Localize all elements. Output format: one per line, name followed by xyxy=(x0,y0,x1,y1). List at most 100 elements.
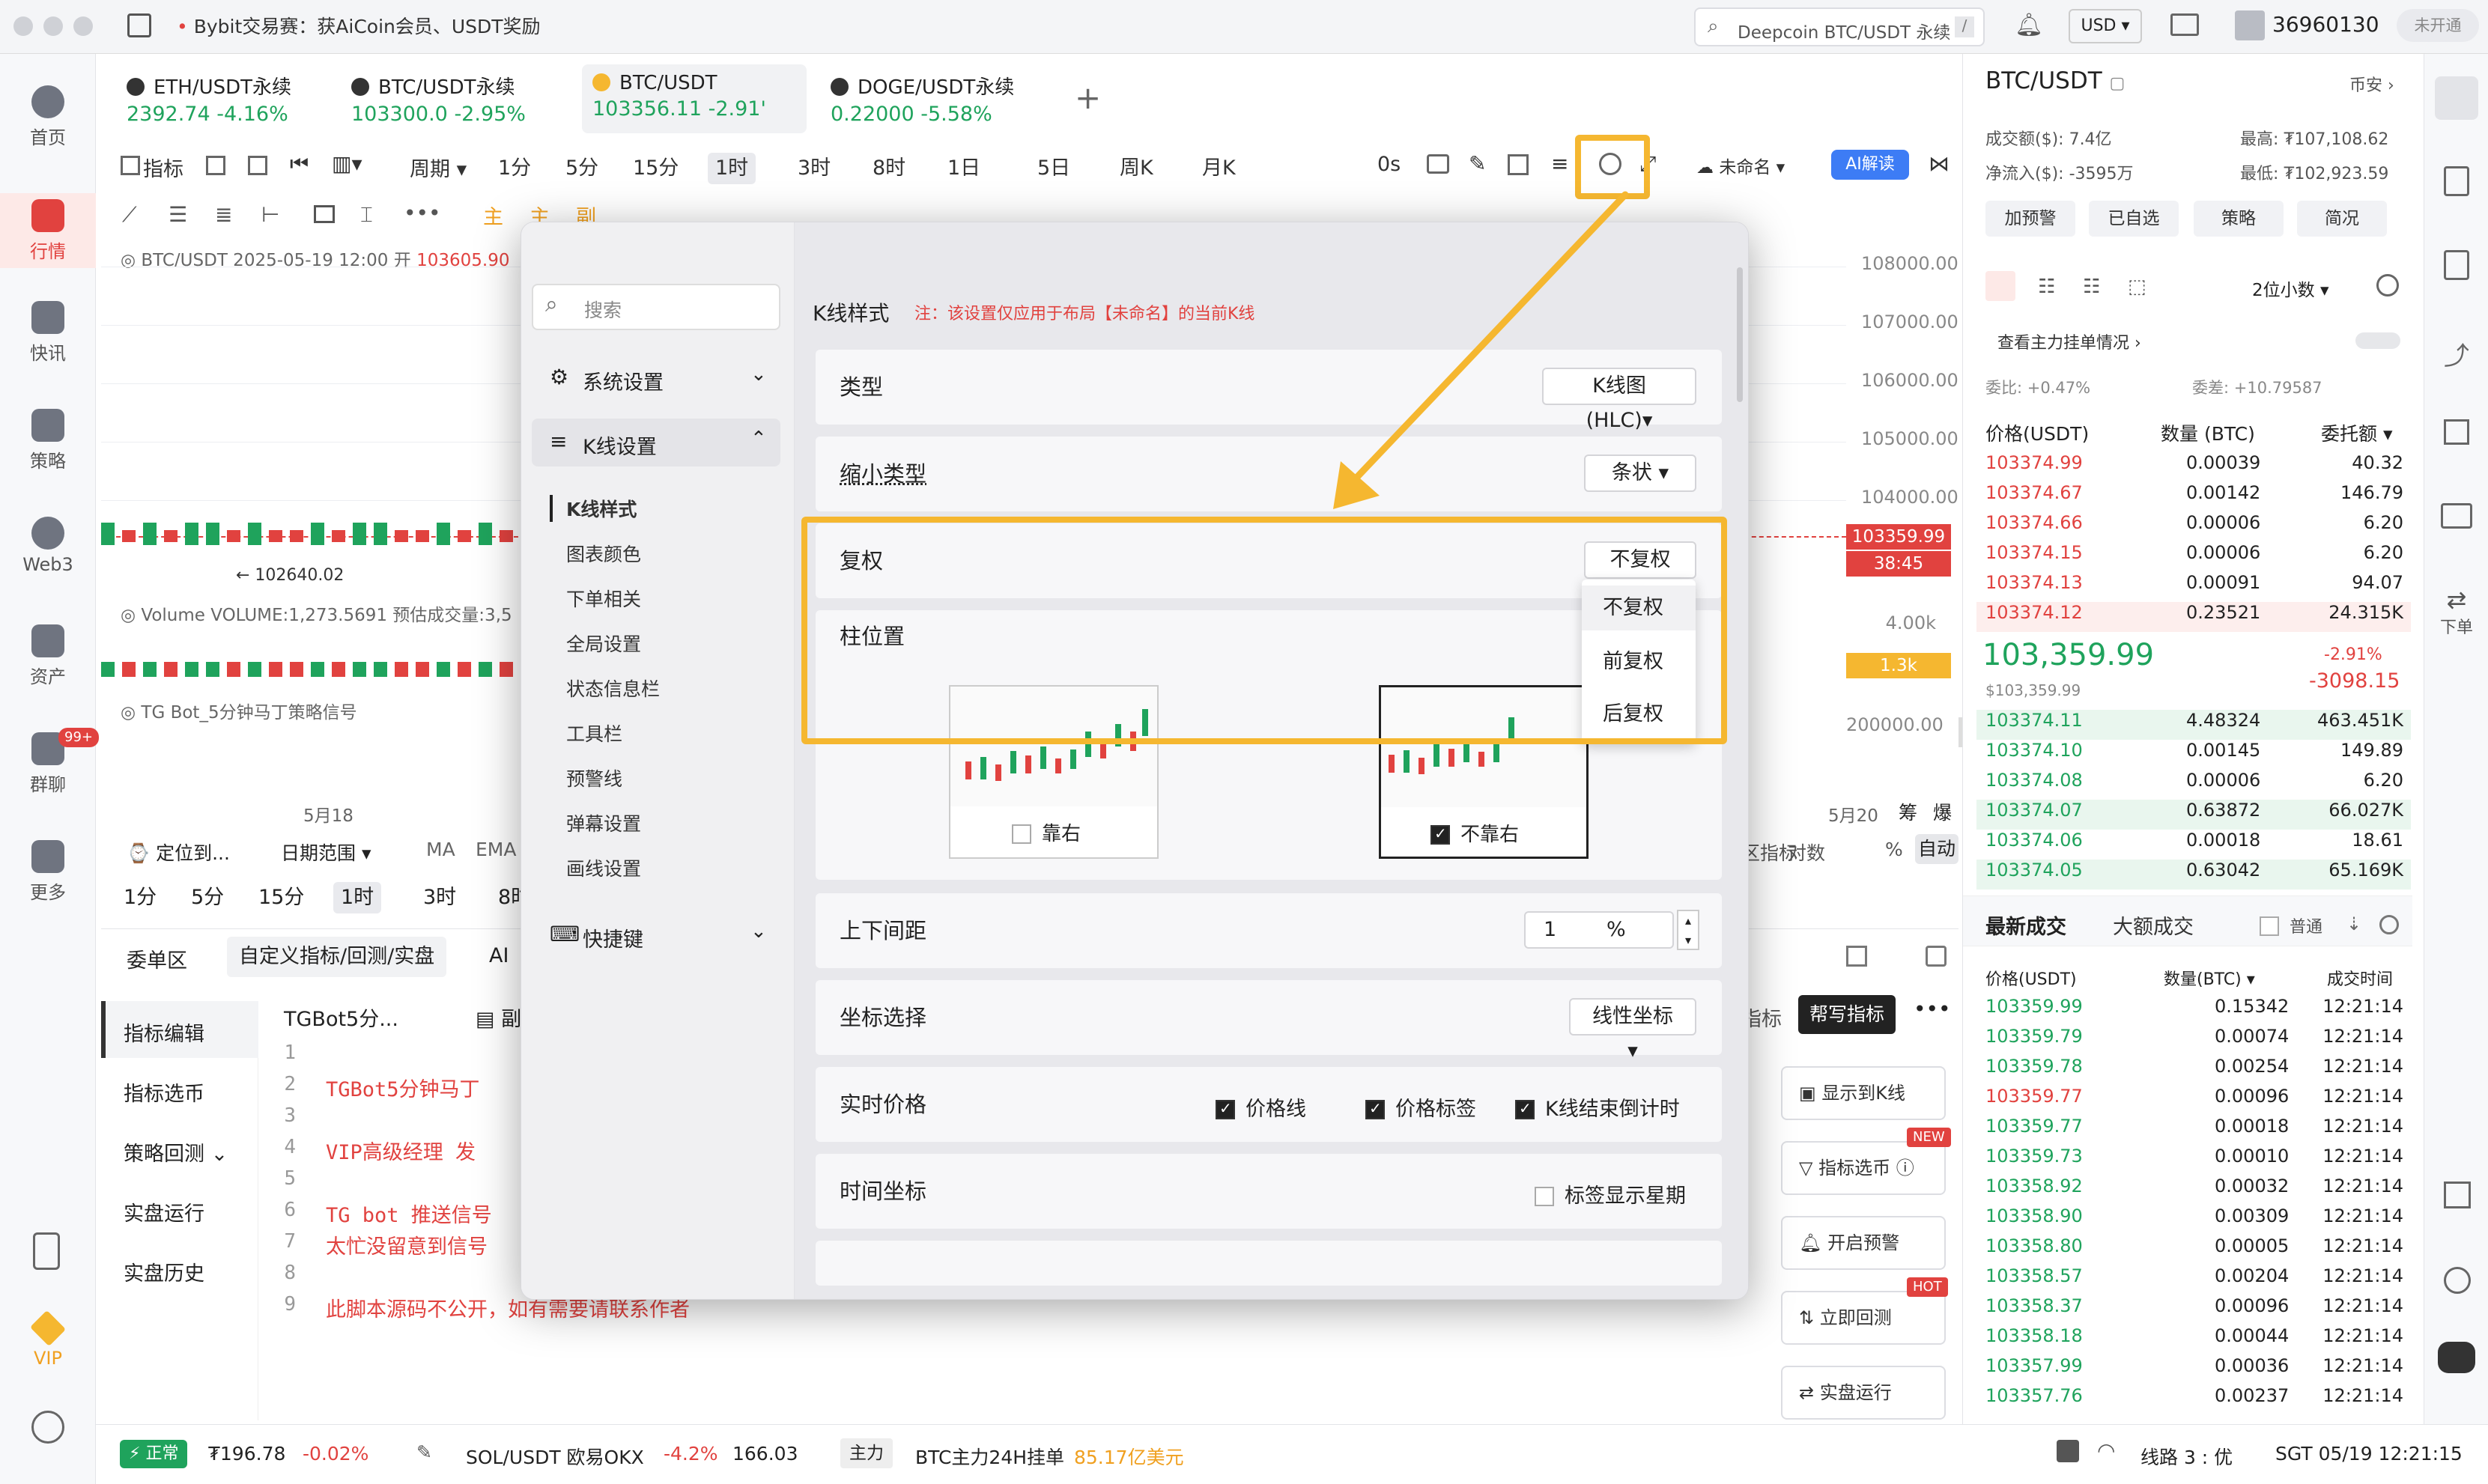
help-write-button[interactable]: 帮写指标 xyxy=(1798,995,1896,1034)
list-icon[interactable]: ≡ xyxy=(1551,151,1568,176)
decimals-select[interactable]: 2位小数 ▾ xyxy=(2252,276,2329,301)
mobile-icon[interactable] xyxy=(33,1232,60,1270)
orderbook-row[interactable]: 103374.66 0.00006 6.20 xyxy=(1976,512,2411,542)
countdown-checkbox[interactable] xyxy=(1515,1099,1535,1119)
col-trade-amount[interactable]: 数量(BTC) ▾ xyxy=(2164,966,2255,990)
orderbook-row[interactable]: 103374.99 0.00039 40.32 xyxy=(1976,452,2411,482)
group-shortcuts[interactable]: ⌨ 快捷键 ⌄ xyxy=(532,911,780,959)
ray-tool-icon[interactable]: ⊢ xyxy=(261,202,279,227)
orderbook-bids-icon[interactable]: ☷ xyxy=(2038,276,2055,298)
indicator-select-button[interactable]: ▽ 指标选币 ⓘ xyxy=(1781,1141,1946,1195)
ticker-news[interactable]: BTC主力24H挂单 xyxy=(915,1443,1064,1470)
interval-5[interactable]: 8时 xyxy=(865,153,913,184)
orderbook-row[interactable]: 103374.10 0.00145 149.89 xyxy=(1976,740,2411,770)
nav-market[interactable]: 行情 xyxy=(0,193,96,268)
submenu-item-4[interactable]: 状态信息栏 xyxy=(566,675,660,702)
bottom-interval-1[interactable]: 5分 xyxy=(183,882,231,913)
col-total[interactable]: 委托额 ▾ xyxy=(2321,419,2393,446)
tab-custom-indicator[interactable]: 自定义指标/回测/实盘 xyxy=(227,937,447,977)
popout-icon[interactable] xyxy=(1846,946,1867,967)
settings-icon[interactable] xyxy=(31,1411,64,1444)
normal-checkbox[interactable] xyxy=(2260,916,2279,936)
nav-web3[interactable]: Web3 xyxy=(0,517,96,584)
submenu-item-6[interactable]: 预警线 xyxy=(566,764,622,791)
price-line-option[interactable]: 价格线 xyxy=(1216,1092,1306,1122)
search-input[interactable]: Deepcoin BTC/USDT 永续 xyxy=(1738,18,1950,43)
show-weekday-option[interactable]: 标签显示星期 xyxy=(1535,1179,1686,1208)
group-kline[interactable]: ≡ K线设置 ⌃ xyxy=(532,419,780,466)
interval-9[interactable]: 月K xyxy=(1195,153,1243,184)
camera-icon[interactable] xyxy=(1427,154,1449,174)
backtest-button[interactable]: ⇅ 立即回测 xyxy=(1781,1291,1946,1345)
bottom-interval-3[interactable]: 1时 xyxy=(333,882,382,913)
scrollbar[interactable] xyxy=(1737,267,1743,402)
submenu-item-3[interactable]: 全局设置 xyxy=(566,630,641,657)
calendar-icon[interactable] xyxy=(206,156,225,175)
interval-3[interactable]: 1时 xyxy=(708,153,756,184)
nav-news[interactable]: 快讯 xyxy=(0,301,96,368)
tab-large-trades[interactable]: 大额成交 xyxy=(2113,910,2194,940)
orderbook-both-icon[interactable] xyxy=(1985,271,2015,301)
orderbook-row[interactable]: 103374.08 0.00006 6.20 xyxy=(1976,770,2411,800)
interval-1[interactable]: 5分 xyxy=(558,153,606,184)
etf-icon[interactable] xyxy=(2441,503,2472,529)
tab-btc-perp[interactable]: BTC/USDT永续 103300.0 -2.95% xyxy=(341,64,558,133)
nav-home[interactable]: 首页 xyxy=(0,85,96,153)
orderbook-row[interactable]: 103374.05 0.63042 65.169K xyxy=(1976,860,2411,890)
exchange-link[interactable]: 币安 › xyxy=(2349,72,2394,96)
trend-icon[interactable]: ⤴ xyxy=(2444,335,2469,372)
edit-icon[interactable]: ✎ xyxy=(1469,151,1486,176)
price-line-checkbox[interactable] xyxy=(1216,1099,1235,1119)
interval-8[interactable]: 周K xyxy=(1112,153,1161,184)
gap-stepper[interactable]: ▴ ▾ xyxy=(1677,910,1699,950)
line-tool-icon[interactable]: ⟋ xyxy=(122,202,137,228)
strategy-button[interactable]: 策略 xyxy=(2194,201,2284,237)
orderbook-row[interactable]: 103374.07 0.63872 66.027K xyxy=(1976,800,2411,830)
help-icon[interactable] xyxy=(2057,1440,2079,1462)
dollar-icon[interactable] xyxy=(2444,250,2469,280)
overview-button[interactable]: 简况 xyxy=(2297,201,2387,237)
open-alert-button[interactable]: 🔔︎ 开启预警 xyxy=(1781,1216,1946,1270)
zoom-window-button[interactable] xyxy=(73,16,93,36)
price-label-option[interactable]: 价格标签 xyxy=(1365,1092,1476,1122)
orderbook-depth-icon[interactable]: ⬚ xyxy=(2128,276,2146,298)
tab-orders[interactable]: 委单区 xyxy=(127,944,187,973)
bell-icon[interactable]: 🔔︎ xyxy=(2015,12,2043,38)
pos-not-right-radio[interactable] xyxy=(1430,824,1450,845)
trades-settings-icon[interactable] xyxy=(2379,915,2399,934)
more-tools-icon[interactable]: ••• xyxy=(404,201,441,225)
show-on-chart-button[interactable]: ▣ 显示到K线 xyxy=(1781,1066,1946,1120)
pen-icon[interactable]: ✎ xyxy=(416,1441,432,1463)
bot-icon[interactable] xyxy=(2438,1342,2475,1373)
avatar[interactable] xyxy=(2235,10,2265,40)
ai-analyze-button[interactable]: AI解读 xyxy=(1831,150,1909,180)
group-system[interactable]: ⚙ 系统设置 ⌄ xyxy=(532,354,780,402)
tab-ai[interactable]: AI xyxy=(489,944,509,967)
pos-right-radio[interactable] xyxy=(1012,824,1031,844)
submenu-item-1[interactable]: 图表颜色 xyxy=(566,540,641,567)
currency-select[interactable]: USD ▾ xyxy=(2069,9,2142,43)
network-line[interactable]: 线路 3 : 优 xyxy=(2140,1443,2233,1470)
layout-select[interactable]: ☁ 未命名 ▾ xyxy=(1696,153,1785,178)
chart-type-icon[interactable]: ▥▾ xyxy=(332,151,362,176)
submenu-item-2[interactable]: 下单相关 xyxy=(566,585,641,612)
expand-panel-icon[interactable] xyxy=(1926,946,1947,967)
notes-icon[interactable] xyxy=(2444,166,2469,196)
announcement[interactable]: • Bybit交易赛：获AiCoin会员、USDT奖励 xyxy=(177,12,541,39)
replay-icon[interactable]: ⏮ xyxy=(290,151,309,177)
auto-scale-toggle[interactable]: 自动 xyxy=(1915,834,1958,864)
connection-status[interactable]: ⚡ 正常 xyxy=(120,1440,188,1468)
submenu-item-0[interactable]: K线样式 xyxy=(566,495,637,522)
indicator-button[interactable]: 指标 xyxy=(143,153,183,182)
orderbook-asks-icon[interactable]: ☷ xyxy=(2083,276,2100,298)
bottom-interval-4[interactable]: 3时 xyxy=(416,882,464,913)
panel-layout-icon[interactable] xyxy=(2444,1182,2471,1208)
stats-icon[interactable] xyxy=(2444,419,2469,445)
ma-toggle[interactable]: MA xyxy=(426,839,455,860)
chips-toggle[interactable]: 筹 xyxy=(1899,798,1917,825)
interval-6[interactable]: 1日 xyxy=(940,153,988,184)
orderbook-row[interactable]: 103374.06 0.00018 18.61 xyxy=(1976,830,2411,860)
share-icon[interactable]: ⋈ xyxy=(1929,151,1950,176)
watchlist-button[interactable]: 已自选 xyxy=(2089,201,2179,237)
tab-doge[interactable]: DOGE/USDT永续 0.22000 -5.58% xyxy=(820,64,1037,133)
